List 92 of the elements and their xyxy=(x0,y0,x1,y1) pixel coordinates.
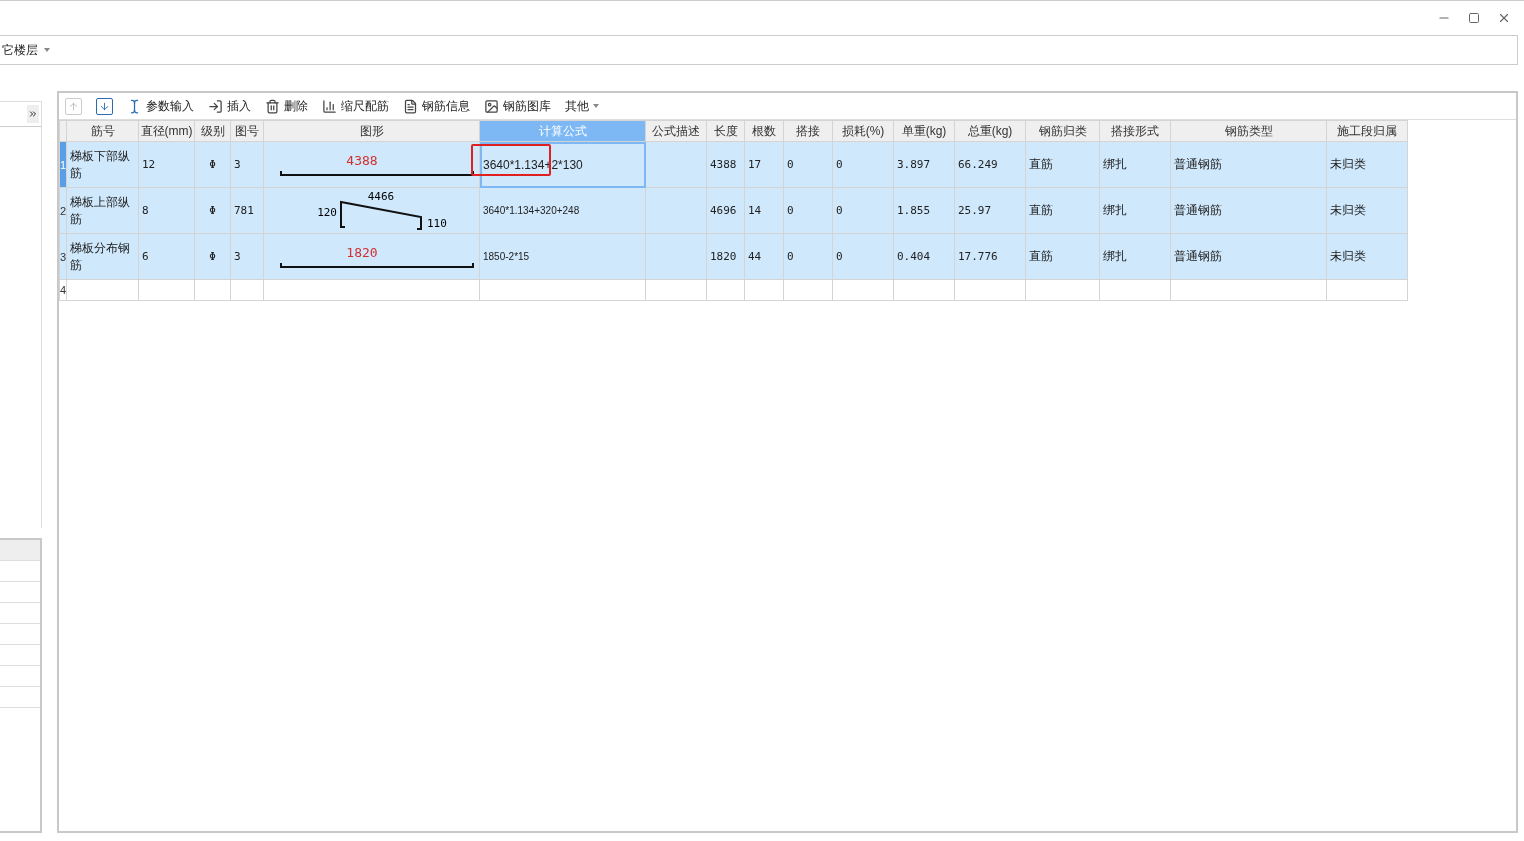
table-cell: 0 xyxy=(832,233,894,280)
table-cell: 直筋 xyxy=(1025,141,1100,188)
toolbar-button[interactable]: 插入 xyxy=(208,97,251,115)
table-cell xyxy=(645,187,707,234)
column-header[interactable]: 损耗(%) xyxy=(832,120,894,142)
table-cell: 普通钢筋 xyxy=(1170,141,1327,188)
row-number: 3 xyxy=(59,233,67,280)
toolbar-button[interactable]: 钢筋图库 xyxy=(484,97,551,115)
toolbar-button[interactable]: 参数输入 xyxy=(127,97,194,115)
table-cell: 梯板下部纵筋 xyxy=(66,141,139,188)
close-icon xyxy=(1497,11,1511,25)
caret-icon xyxy=(593,104,599,108)
table-cell: 14 xyxy=(744,187,784,234)
table-cell: 44 xyxy=(744,233,784,280)
down-button[interactable] xyxy=(96,97,113,115)
column-header[interactable]: 筋号 xyxy=(66,120,139,142)
table-cell: Φ xyxy=(194,233,231,280)
table-cell: 3 xyxy=(230,233,264,280)
maximize-icon xyxy=(1468,12,1480,24)
image-icon xyxy=(484,98,499,114)
maximize-button[interactable] xyxy=(1466,10,1482,26)
table-cell: Φ xyxy=(194,141,231,188)
column-header[interactable]: 长度 xyxy=(706,120,745,142)
column-header[interactable]: 钢筋归类 xyxy=(1025,120,1100,142)
table-cell: 0 xyxy=(832,141,894,188)
table-cell: 17 xyxy=(744,141,784,188)
table-cell: 4696 xyxy=(706,187,745,234)
column-header[interactable]: 总重(kg) xyxy=(954,120,1026,142)
table-cell: 17.776 xyxy=(954,233,1026,280)
table-cell: 梯板上部纵筋 xyxy=(66,187,139,234)
trash-icon xyxy=(265,98,280,114)
row-number: 2 xyxy=(59,187,67,234)
table-cell: 直筋 xyxy=(1025,233,1100,280)
table-cell xyxy=(645,141,707,188)
toolbar-button[interactable]: 钢筋信息 xyxy=(403,97,470,115)
caret-icon xyxy=(44,48,50,52)
column-header[interactable]: 级别 xyxy=(194,120,231,142)
bar-chart-icon xyxy=(322,98,337,114)
table-cell: 0.404 xyxy=(893,233,955,280)
table-cell: 0 xyxy=(783,233,833,280)
table-cell: Φ xyxy=(194,187,231,234)
document-icon xyxy=(403,98,418,114)
expand-button[interactable] xyxy=(27,105,39,123)
column-header[interactable]: 施工段归属 xyxy=(1326,120,1408,142)
column-header[interactable]: 搭接 xyxy=(783,120,833,142)
double-chevron-icon xyxy=(28,109,38,119)
table-cell: 3.897 xyxy=(893,141,955,188)
floor-dropdown[interactable]: 它楼层 xyxy=(0,41,52,59)
length-label: 4388 xyxy=(345,152,378,168)
table-cell: 普通钢筋 xyxy=(1170,233,1327,280)
column-header[interactable]: 钢筋类型 xyxy=(1170,120,1327,142)
length-label: 110 xyxy=(426,216,447,230)
column-header[interactable]: 单重(kg) xyxy=(893,120,955,142)
table-cell: 普通钢筋 xyxy=(1170,187,1327,234)
formula-cell: 1850-2*15 xyxy=(479,233,646,280)
table-cell: 0 xyxy=(783,141,833,188)
table-cell: 8 xyxy=(138,187,195,234)
table-cell: 0 xyxy=(832,187,894,234)
column-header[interactable]: 图号 xyxy=(230,120,264,142)
column-header[interactable]: 公式描述 xyxy=(645,120,707,142)
table-cell: 绑扎 xyxy=(1099,187,1171,234)
table-cell: 未归类 xyxy=(1326,187,1408,234)
table-cell: 0 xyxy=(783,187,833,234)
length-label: 120 xyxy=(316,205,337,219)
row-number: 4 xyxy=(59,279,67,301)
table-cell: 6 xyxy=(138,233,195,280)
toolbar-button[interactable]: 删除 xyxy=(265,97,308,115)
insert-icon xyxy=(208,98,223,114)
table-cell: 1820 xyxy=(706,233,745,280)
table-cell: 绑扎 xyxy=(1099,233,1171,280)
column-header[interactable]: 图形 xyxy=(263,120,480,142)
table-cell: 4388 xyxy=(706,141,745,188)
table-cell: 1.855 xyxy=(893,187,955,234)
table-cell: 梯板分布钢筋 xyxy=(66,233,139,280)
column-header[interactable]: 直径(mm) xyxy=(138,120,195,142)
table-cell: 绑扎 xyxy=(1099,141,1171,188)
formula-cell: 3640*1.134+320+248 xyxy=(479,187,646,234)
table-cell: 未归类 xyxy=(1326,233,1408,280)
table-cell: 25.97 xyxy=(954,187,1026,234)
length-label: 1820 xyxy=(345,244,378,260)
more-menu[interactable]: 其他 xyxy=(565,97,599,115)
row-number: 1 xyxy=(59,141,67,188)
table-cell: 66.249 xyxy=(954,141,1026,188)
column-header[interactable]: 根数 xyxy=(744,120,784,142)
toolbar-button[interactable]: 缩尺配筋 xyxy=(322,97,389,115)
table-cell: 未归类 xyxy=(1326,141,1408,188)
table-cell: 3 xyxy=(230,141,264,188)
length-label: 4466 xyxy=(367,189,394,203)
table-cell: 12 xyxy=(138,141,195,188)
column-header[interactable]: 搭接形式 xyxy=(1099,120,1171,142)
table-cell: 直筋 xyxy=(1025,187,1100,234)
table-cell: 781 xyxy=(230,187,264,234)
